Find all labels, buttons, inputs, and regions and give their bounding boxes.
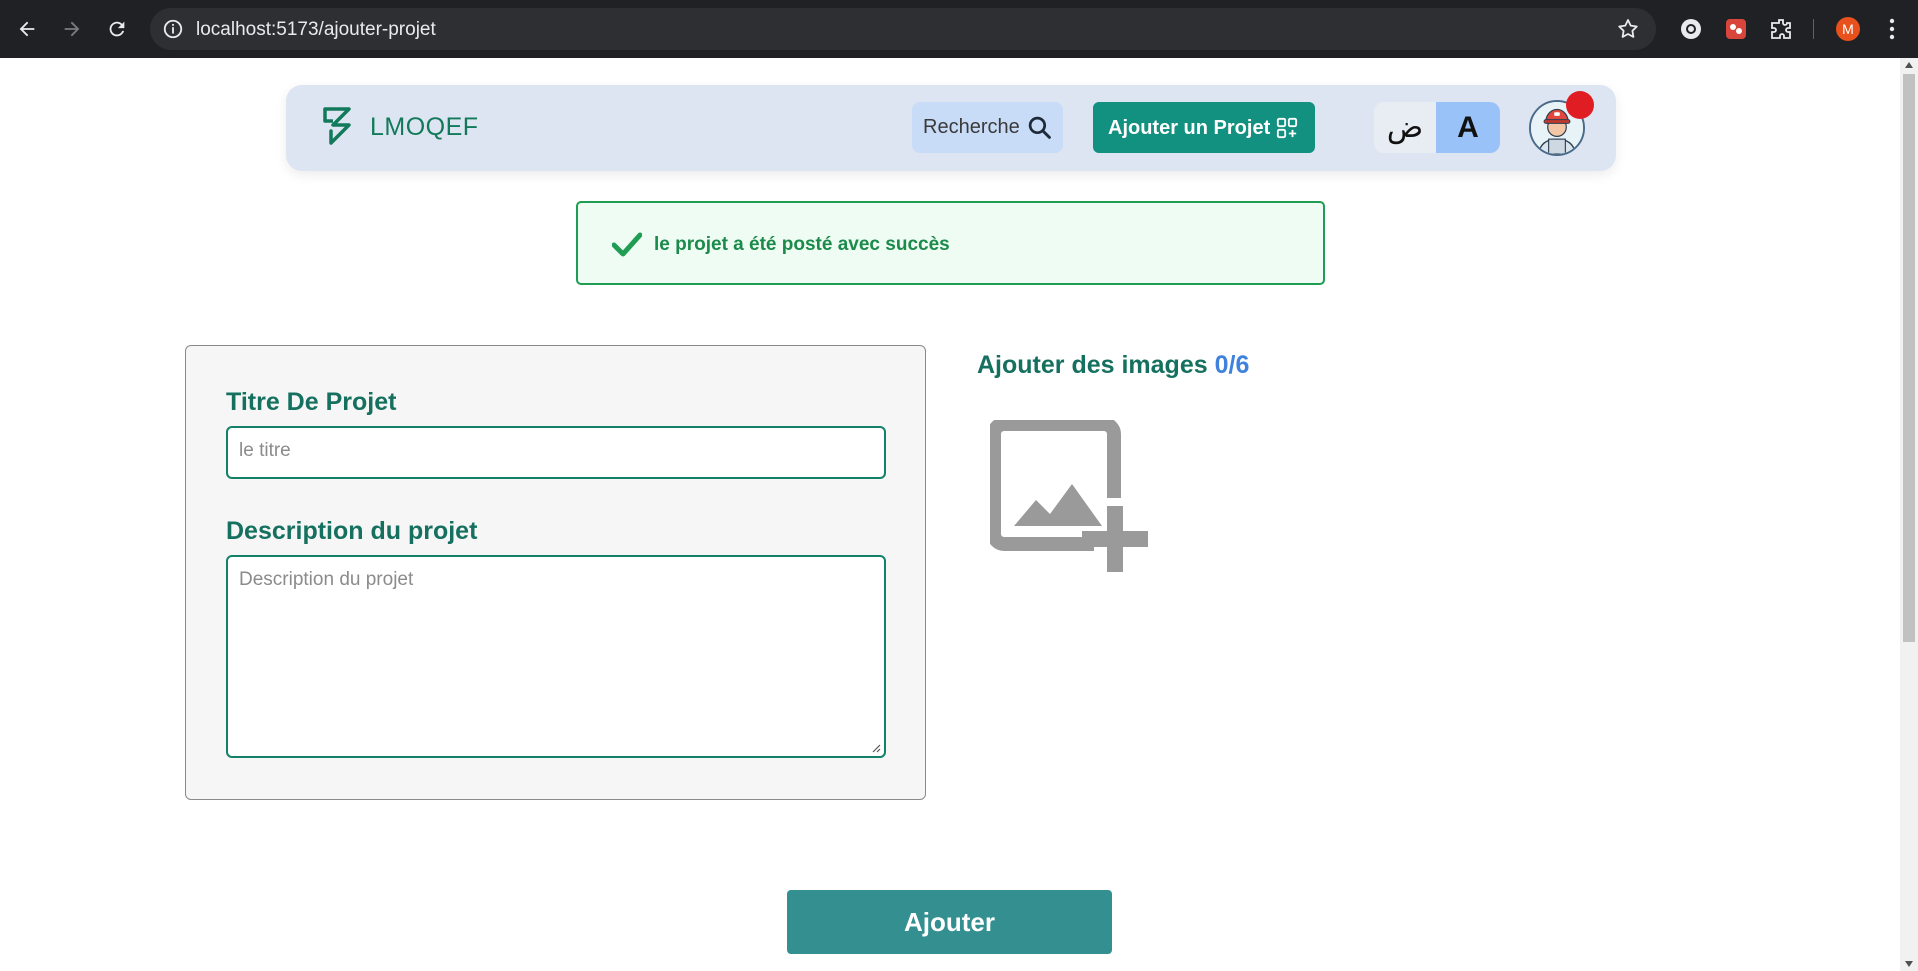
toolbar-separator: [1813, 19, 1814, 39]
browser-chrome: localhost:5173/ajouter-projet M: [0, 0, 1918, 58]
search-label: Recherche: [923, 116, 1020, 138]
arrow-left-icon: [19, 21, 35, 37]
brand-name[interactable]: LMOQEF: [370, 113, 479, 142]
grid-add-icon: [1276, 117, 1298, 139]
page-scrollbar[interactable]: [1900, 58, 1918, 971]
resize-handle-icon[interactable]: [871, 743, 881, 753]
search-icon: [1028, 116, 1051, 139]
extension-puzzle-game-icon[interactable]: [1724, 17, 1748, 41]
description-textarea[interactable]: Description du projet: [226, 555, 886, 758]
lang-latin-option[interactable]: A: [1436, 102, 1500, 153]
lmoqef-logo-icon[interactable]: [322, 105, 354, 147]
app-header: LMOQEF Recherche Ajouter un Projet ض A: [286, 85, 1616, 171]
reload-button[interactable]: [102, 14, 132, 44]
page-viewport: LMOQEF Recherche Ajouter un Projet ض A l…: [0, 58, 1900, 971]
language-switch: ض A: [1374, 102, 1500, 153]
extensions-puzzle-icon[interactable]: [1769, 17, 1793, 41]
success-alert: le projet a été posté avec succès: [576, 201, 1325, 285]
back-button[interactable]: [12, 14, 42, 44]
images-label: Ajouter des images: [977, 351, 1208, 379]
url-text: localhost:5173/ajouter-projet: [196, 19, 436, 40]
project-form-card: Titre De Projet le titre Description du …: [185, 345, 926, 800]
lang-arabic-option[interactable]: ض: [1374, 102, 1436, 153]
title-input[interactable]: le titre: [226, 426, 886, 479]
scrollbar-thumb[interactable]: [1903, 74, 1915, 642]
add-project-button[interactable]: Ajouter un Projet: [1093, 102, 1315, 153]
add-project-label: Ajouter un Projet: [1108, 117, 1271, 139]
scroll-up-arrow-icon[interactable]: [1905, 62, 1913, 68]
description-field-label: Description du projet: [226, 517, 478, 545]
add-image-icon[interactable]: [990, 420, 1150, 572]
arrow-right-icon: [64, 21, 80, 37]
images-count: 0/6: [1214, 351, 1250, 379]
forward-button[interactable]: [57, 14, 87, 44]
address-bar[interactable]: localhost:5173/ajouter-projet: [150, 8, 1656, 50]
search-button[interactable]: Recherche: [912, 102, 1063, 153]
extension-icon[interactable]: [1679, 17, 1703, 41]
checkmark-icon: [612, 232, 642, 257]
more-vert-icon[interactable]: [1880, 16, 1904, 42]
images-section-title: Ajouter des images 0/6: [977, 351, 1249, 380]
scroll-down-arrow-icon[interactable]: [1905, 961, 1913, 967]
success-message: le projet a été posté avec succès: [654, 234, 950, 255]
title-placeholder: le titre: [239, 440, 291, 461]
submit-button[interactable]: Ajouter: [787, 890, 1112, 954]
notification-badge[interactable]: [1566, 91, 1594, 119]
title-field-label: Titre De Projet: [226, 388, 397, 416]
site-info-icon[interactable]: [162, 18, 184, 40]
description-placeholder: Description du projet: [239, 569, 414, 590]
profile-avatar[interactable]: M: [1836, 17, 1860, 41]
bookmark-star-icon[interactable]: [1616, 17, 1640, 41]
reload-icon: [109, 21, 125, 37]
